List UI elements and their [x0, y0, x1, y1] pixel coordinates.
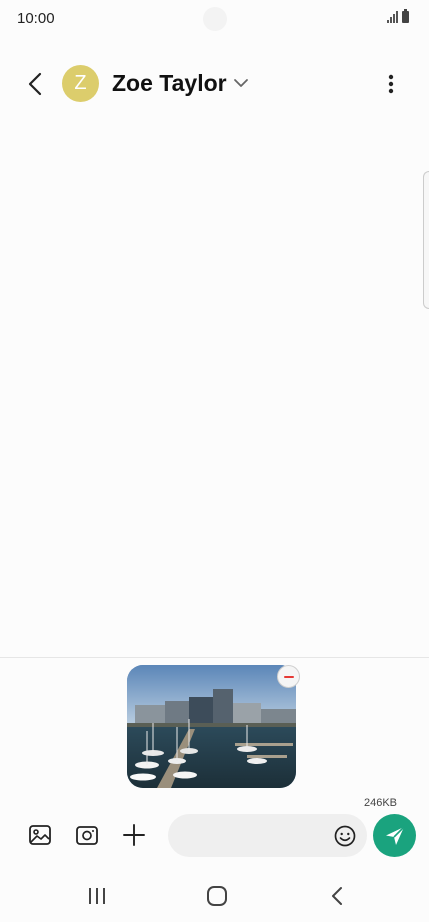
- recent-apps-button[interactable]: [84, 884, 110, 908]
- gallery-button[interactable]: [27, 822, 53, 848]
- system-back-button[interactable]: [325, 884, 351, 908]
- home-button[interactable]: [204, 884, 230, 908]
- status-bar: 10:00: [0, 0, 429, 36]
- more-options-button[interactable]: [381, 70, 401, 98]
- emoji-icon: [334, 825, 356, 847]
- attach-button[interactable]: [121, 822, 147, 848]
- send-button[interactable]: [373, 814, 416, 857]
- send-icon: [385, 825, 405, 845]
- avatar-initial: Z: [74, 72, 87, 94]
- signal-icon: [387, 11, 398, 23]
- battery-icon: [402, 9, 409, 23]
- attachment-preview[interactable]: [127, 665, 296, 788]
- remove-attachment-button[interactable]: [277, 665, 300, 688]
- camera-icon: [76, 826, 98, 845]
- camera-cutout: [203, 7, 227, 31]
- back-icon: [332, 887, 342, 905]
- emoji-button[interactable]: [333, 824, 357, 848]
- conversation-header: Z Zoe Taylor: [0, 58, 429, 110]
- composer-divider: [0, 657, 429, 658]
- gallery-icon: [29, 825, 51, 845]
- attachment-size: 246KB: [363, 797, 397, 809]
- contact-name[interactable]: Zoe Taylor: [112, 70, 227, 97]
- home-icon: [207, 886, 227, 906]
- minus-icon: [283, 675, 294, 678]
- back-button[interactable]: [22, 70, 50, 98]
- chevron-down-icon: [234, 79, 248, 87]
- chevron-left-icon: [28, 72, 42, 96]
- camera-button[interactable]: [74, 822, 100, 848]
- status-icons: [387, 9, 409, 23]
- avatar[interactable]: Z: [62, 65, 99, 102]
- expand-contact-button[interactable]: [232, 76, 250, 90]
- more-vertical-icon: [388, 74, 394, 94]
- edge-panel-handle[interactable]: [423, 171, 429, 309]
- status-time: 10:00: [17, 10, 55, 27]
- plus-icon: [123, 824, 145, 846]
- message-field[interactable]: [168, 814, 367, 857]
- recent-apps-icon: [89, 888, 105, 904]
- harbor-photo: [127, 665, 296, 788]
- message-input[interactable]: [182, 814, 332, 857]
- navigation-bar: [0, 872, 429, 922]
